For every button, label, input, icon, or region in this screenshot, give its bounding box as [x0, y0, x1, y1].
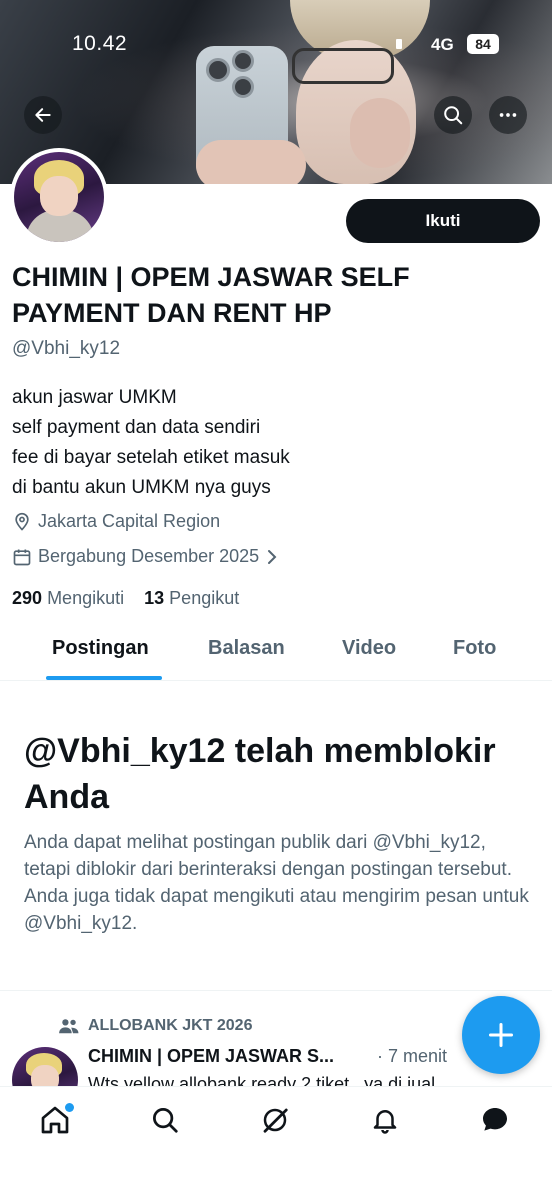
- blocked-title: @Vbhi_ky12 telah memblokir Anda: [24, 732, 496, 816]
- unread-dot: [65, 1103, 74, 1112]
- nav-home[interactable]: [38, 1103, 74, 1137]
- community-name: ALLOBANK JKT 2026: [88, 1017, 253, 1034]
- bio-line: fee di bayar setelah etiket masuk: [12, 447, 290, 468]
- display-name: CHIMIN | OPEM JASWAR SELF PAYMENT DAN RE…: [12, 262, 410, 328]
- profile-handle: @Vbhi_ky12: [12, 338, 121, 359]
- camera-lens-3: [232, 76, 254, 98]
- bio-line: self payment dan data sendiri: [12, 417, 261, 438]
- profile-joined[interactable]: Bergabung Desember 2025: [12, 546, 285, 567]
- post-text[interactable]: Wts yellow allobank ready 2 tiket , ya d…: [88, 1074, 435, 1086]
- profile-bio: akun jaswar UMKM self payment dan data s…: [12, 383, 290, 503]
- joined-text: Bergabung Desember 2025: [38, 546, 260, 566]
- nav-messages[interactable]: [478, 1103, 512, 1137]
- tab-video[interactable]: Video: [342, 637, 396, 660]
- grok-icon: [263, 1108, 288, 1133]
- followers-link[interactable]: 13 Pengikut: [144, 588, 239, 608]
- profile-location: Jakarta Capital Region: [12, 511, 220, 532]
- community-label[interactable]: ALLOBANK JKT 2026: [58, 1017, 252, 1035]
- status-bar: 10.42 4G 84: [0, 30, 552, 60]
- following-count: 290: [12, 588, 43, 608]
- calendar-icon: [13, 549, 31, 565]
- signal-icon: [396, 39, 402, 49]
- post-timestamp: · 7 menit: [377, 1046, 448, 1066]
- avatar-face: [40, 176, 78, 216]
- more-button[interactable]: [489, 96, 527, 134]
- follow-button[interactable]: Ikuti: [346, 199, 540, 243]
- status-time: 10.42: [72, 32, 128, 55]
- location-text: Jakarta Capital Region: [38, 511, 221, 531]
- back-button[interactable]: [24, 96, 62, 134]
- chevron-right-icon: [268, 549, 277, 564]
- blocked-message: Anda dapat melihat postingan publik dari…: [24, 832, 529, 934]
- post-text-content: Wts yellow allobank ready 2 tiket , ya d…: [88, 1074, 436, 1086]
- search-icon: [444, 106, 463, 125]
- plus-icon: [488, 1022, 514, 1048]
- avatar-image: [14, 152, 104, 242]
- messages-icon: [483, 1108, 507, 1131]
- followers-count: 13: [144, 588, 165, 608]
- tab-photos[interactable]: Foto: [453, 637, 496, 660]
- bio-line: akun jaswar UMKM: [12, 387, 177, 408]
- nav-search[interactable]: [148, 1103, 182, 1137]
- nav-grok[interactable]: [258, 1103, 292, 1137]
- more-horizontal-icon: [499, 113, 517, 117]
- following-label: Mengikuti: [47, 588, 125, 608]
- notifications-icon: [373, 1110, 397, 1134]
- network-label: 4G: [431, 35, 454, 54]
- bottom-navigation: [0, 1086, 552, 1200]
- nav-notifications[interactable]: [368, 1103, 402, 1137]
- divider: [0, 990, 552, 991]
- camera-lens-1: [206, 58, 230, 82]
- location-pin-icon: [15, 512, 29, 531]
- follow-stats: 290 Mengikuti 13 Pengikut: [12, 588, 239, 609]
- following-link[interactable]: 290 Mengikuti: [12, 588, 124, 608]
- profile-avatar[interactable]: [10, 148, 108, 246]
- post-author-name[interactable]: CHIMIN | OPEM JASWAR S...: [88, 1046, 334, 1067]
- battery-icon: 84: [467, 34, 499, 54]
- banner-hand-lower: [196, 140, 306, 184]
- active-tab-indicator: [46, 676, 162, 680]
- bio-line: di bantu akun UMKM nya guys: [12, 477, 271, 498]
- arrow-left-icon: [35, 108, 51, 122]
- banner-hand: [350, 98, 410, 168]
- search-button[interactable]: [434, 96, 472, 134]
- followers-label: Pengikut: [169, 588, 240, 608]
- search-icon: [153, 1108, 178, 1133]
- profile-tabs: Postingan Balasan Video Foto: [0, 625, 552, 681]
- tab-replies[interactable]: Balasan: [208, 637, 285, 660]
- compose-button[interactable]: [462, 996, 540, 1074]
- community-icon: [59, 1019, 79, 1034]
- tab-posts[interactable]: Postingan: [52, 637, 149, 660]
